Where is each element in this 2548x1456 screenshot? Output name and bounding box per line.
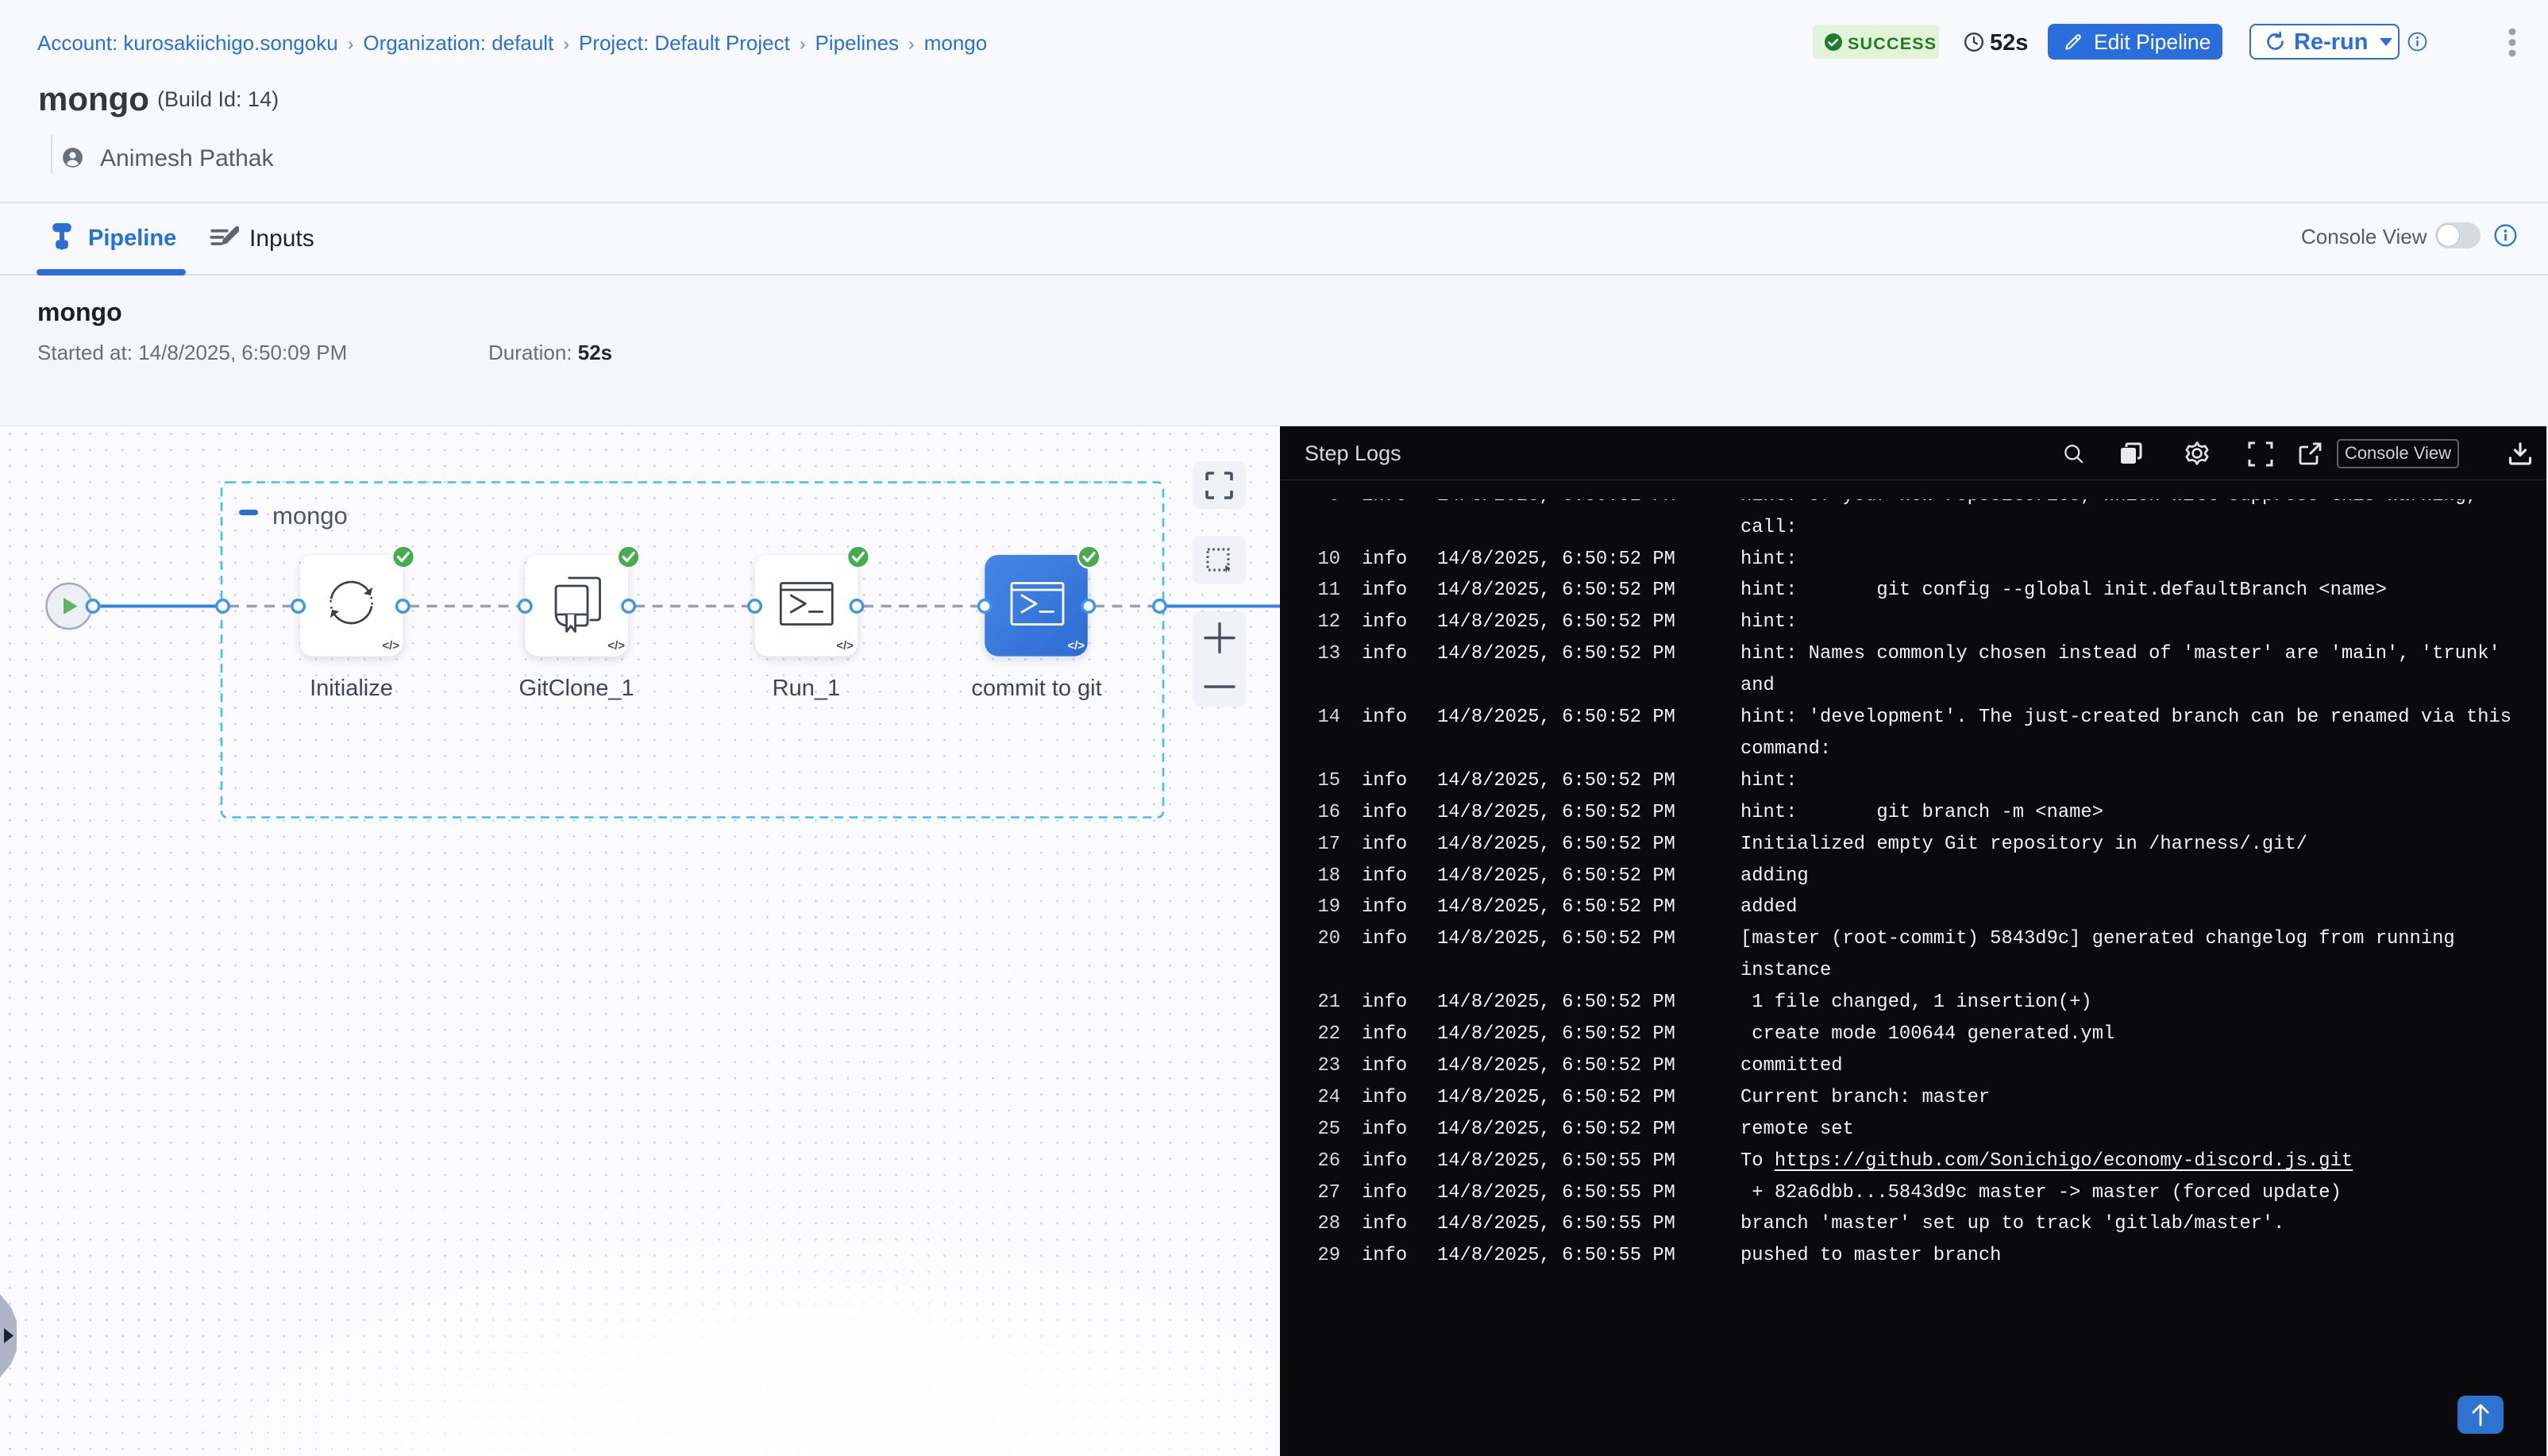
svg-text:Run_1: Run_1 xyxy=(773,676,840,701)
svg-text:mongo: mongo xyxy=(272,502,348,530)
svg-text:</>: </> xyxy=(836,639,854,653)
svg-text:</>: </> xyxy=(607,639,625,653)
svg-text:</>: </> xyxy=(382,639,399,653)
svg-text:GitClone_1: GitClone_1 xyxy=(519,676,634,701)
svg-text:commit to git: commit to git xyxy=(971,676,1101,701)
svg-text:</>: </> xyxy=(1067,639,1085,653)
svg-text:Initialize: Initialize xyxy=(310,676,393,701)
